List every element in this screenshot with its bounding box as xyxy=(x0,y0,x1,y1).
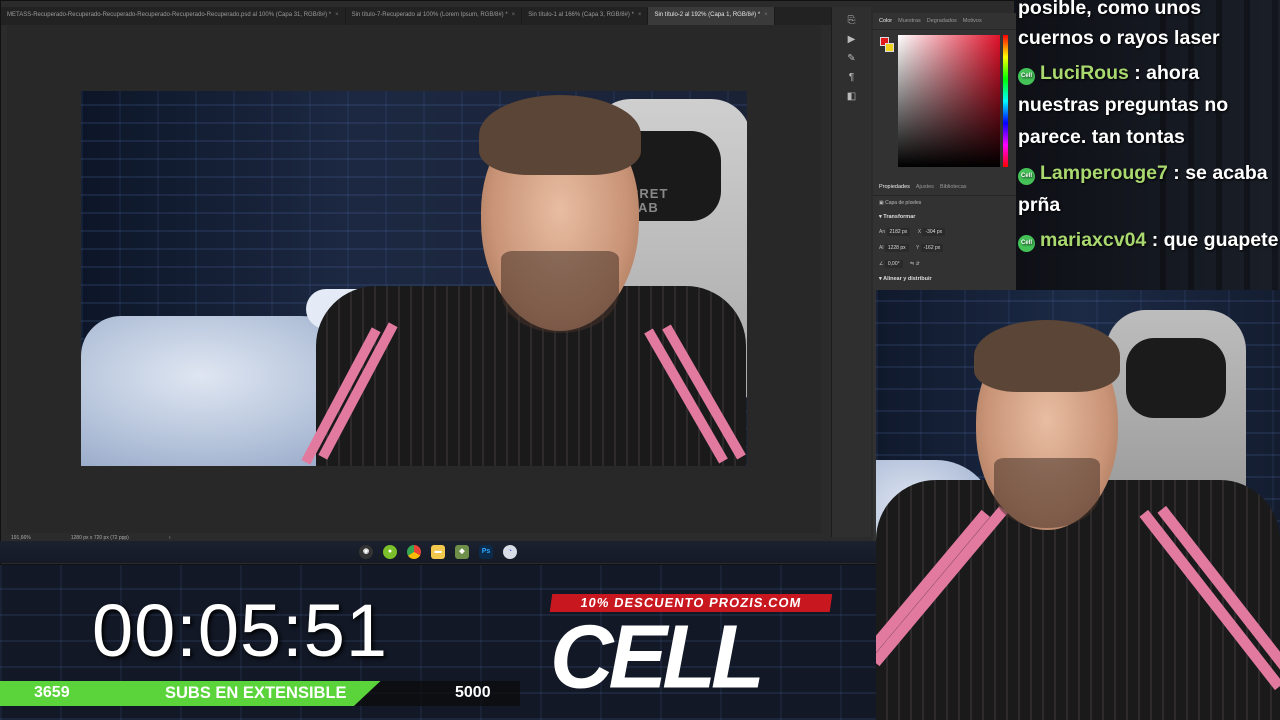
stream-timer: 00:05:51 xyxy=(92,589,389,672)
tab-label: Sin título-1 al 166% (Capa 3, RGB/8#) * xyxy=(528,12,634,18)
layer-type: ▣ Capa de píxeles xyxy=(873,196,1016,210)
cell-badge-icon: Cell xyxy=(1018,168,1035,185)
hair xyxy=(974,320,1120,392)
background-color-swatch[interactable] xyxy=(885,43,894,52)
transform-row-2: Al 1228 px Y -162 px xyxy=(873,240,1016,256)
stream-screen: METASS-Recuperado-Recuperado-Recuperado-… xyxy=(0,0,1280,720)
close-icon[interactable]: × xyxy=(638,12,642,18)
chat-username[interactable]: Lamperouge7 xyxy=(1040,162,1168,184)
chat-username[interactable]: LuciRous xyxy=(1040,62,1129,84)
tab-adjustments[interactable]: Ajustes xyxy=(916,184,934,190)
chat-username[interactable]: mariaxcv04 xyxy=(1040,229,1146,251)
properties-tabs: Propiedades Ajustes Bibliotecas xyxy=(873,179,1016,196)
paragraph-icon[interactable]: ¶ xyxy=(832,72,871,83)
height-label: Al xyxy=(879,245,884,251)
properties-panel: Propiedades Ajustes Bibliotecas ▣ Capa d… xyxy=(873,179,1016,300)
chat-message: posible, como unos xyxy=(1018,0,1280,24)
taskbar: ◉ ● ▬ ◆ Ps ◔ xyxy=(0,541,876,563)
beard xyxy=(501,251,619,333)
color-picker-field[interactable] xyxy=(898,35,1000,167)
sub-goal-current: 3659 xyxy=(34,684,70,701)
green-app-icon[interactable]: ● xyxy=(383,545,397,559)
obs-icon[interactable]: ◉ xyxy=(359,545,373,559)
transform-title: Transformar xyxy=(883,214,916,220)
webcam-feed xyxy=(876,290,1280,720)
history-icon[interactable]: ⎘ xyxy=(832,15,871,26)
brand-logo: CELL xyxy=(550,606,765,707)
person xyxy=(81,91,747,466)
layers-icon[interactable]: ◧ xyxy=(832,91,871,102)
document-tab[interactable]: Sin título-7-Recuperado al 100% (Lorem I… xyxy=(346,7,523,25)
canvas-area[interactable]: CRET LAB xyxy=(7,25,821,533)
sub-goal-target: 5000 xyxy=(455,684,491,701)
x-label: X xyxy=(917,229,922,235)
beard xyxy=(994,458,1100,528)
x-field[interactable]: -304 px xyxy=(922,228,946,236)
app-icon[interactable]: ◆ xyxy=(455,545,469,559)
streamer xyxy=(876,290,1280,720)
tab-properties[interactable]: Propiedades xyxy=(879,184,910,190)
align-section[interactable]: ▾ Alinear y distribuir xyxy=(873,272,1016,286)
transform-row-1: An 2182 px X -304 px xyxy=(873,224,1016,240)
chat-message: Cell mariaxcv04 : que guapete xyxy=(1018,224,1280,256)
transform-section[interactable]: ▾ Transformar xyxy=(873,210,1016,224)
document-tab[interactable]: METASS-Recuperado-Recuperado-Recuperado-… xyxy=(1,7,346,25)
close-icon[interactable]: × xyxy=(764,12,768,18)
chat-text: cuernos o rayos laser xyxy=(1018,27,1220,49)
tab-label: Sin título-2 al 192% (Capa 1, RGB/8#) * xyxy=(654,12,761,18)
canvas-image[interactable]: CRET LAB xyxy=(81,91,747,466)
tab-color[interactable]: Color xyxy=(879,18,892,24)
brush-icon[interactable]: ✎ xyxy=(832,53,871,64)
chat-text: : que guapete xyxy=(1151,229,1279,251)
chat-message: cuernos o rayos laser xyxy=(1018,22,1280,54)
document-tabs: METASS-Recuperado-Recuperado-Recuperado-… xyxy=(1,7,831,25)
tab-label: METASS-Recuperado-Recuperado-Recuperado-… xyxy=(7,12,332,18)
cell-badge-icon: Cell xyxy=(1018,68,1035,85)
tab-label: Sin título-7-Recuperado al 100% (Lorem I… xyxy=(351,12,508,18)
flip-vertical-icon[interactable]: ⇵ xyxy=(916,261,920,267)
close-icon[interactable]: × xyxy=(335,12,339,18)
play-icon[interactable]: ▶ xyxy=(832,34,871,45)
layer-type-label: Capa de píxeles xyxy=(885,200,922,206)
chat-text: posible, como unos xyxy=(1018,0,1202,19)
chat-message: Cell LuciRous : ahora nuestras preguntas … xyxy=(1018,57,1280,153)
chat-message: Cell Lamperouge7 : se acaba prña xyxy=(1018,157,1280,221)
hue-slider[interactable] xyxy=(1003,35,1008,167)
photoshop-window: METASS-Recuperado-Recuperado-Recuperado-… xyxy=(0,0,1016,565)
cell-badge-icon: Cell xyxy=(1018,235,1035,252)
y-field[interactable]: -162 px xyxy=(920,244,944,252)
align-title: Alinear y distribuir xyxy=(883,276,932,282)
tab-patterns[interactable]: Motivos xyxy=(963,18,982,24)
angle-field[interactable]: 0,00° xyxy=(884,260,903,268)
close-icon[interactable]: × xyxy=(512,12,516,18)
document-tab[interactable]: Sin título-1 al 166% (Capa 3, RGB/8#) * × xyxy=(522,7,649,25)
tab-libraries[interactable]: Bibliotecas xyxy=(940,184,967,190)
discord-icon[interactable]: ◔ xyxy=(503,545,517,559)
panel-toolstrip: ⎘ ▶ ✎ ¶ ◧ xyxy=(831,7,871,537)
width-label: An xyxy=(879,229,886,235)
tab-gradients[interactable]: Degradados xyxy=(927,18,957,24)
chrome-icon[interactable] xyxy=(407,545,421,559)
folder-icon[interactable]: ▬ xyxy=(431,545,445,559)
photoshop-icon[interactable]: Ps xyxy=(479,545,493,559)
tab-swatches[interactable]: Muestras xyxy=(898,18,921,24)
chat-box: posible, como unos cuernos o rayos laser… xyxy=(1016,0,1280,290)
transform-row-3: ∠ 0,00° ⇋ ⇵ xyxy=(873,256,1016,272)
height-field[interactable]: 1228 px xyxy=(884,244,909,252)
hair xyxy=(479,95,641,175)
document-tab-active[interactable]: Sin título-2 al 192% (Capa 1, RGB/8#) * × xyxy=(648,7,775,25)
width-field[interactable]: 2182 px xyxy=(886,228,911,236)
flip-horizontal-icon[interactable]: ⇋ xyxy=(910,261,914,267)
sub-goal-label: SUBS EN EXTENSIBLE xyxy=(165,684,347,702)
y-label: Y xyxy=(915,245,920,251)
color-panel-tabs: Color Muestras Degradados Motivos xyxy=(873,13,1016,30)
